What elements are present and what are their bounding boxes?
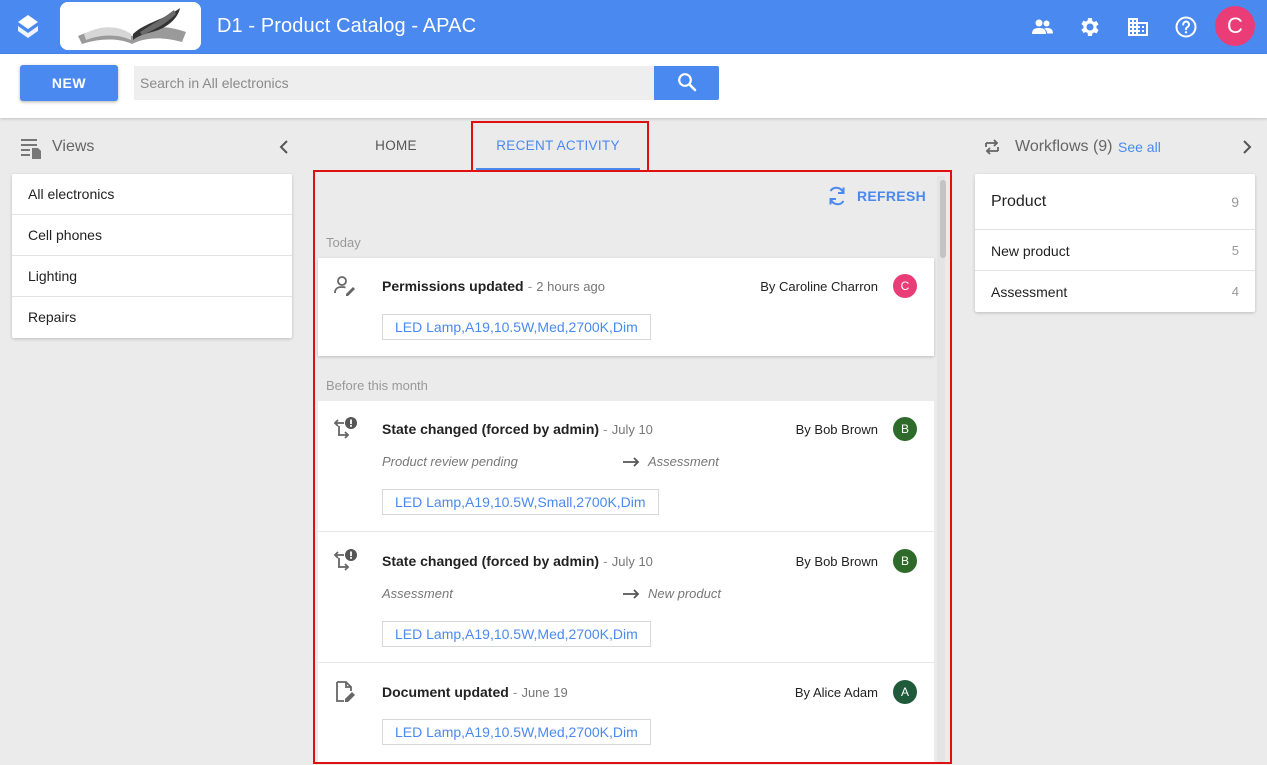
workflow-item-assessment[interactable]: Assessment 4: [975, 271, 1255, 312]
activity-title: State changed (forced by admin) - July 10: [382, 421, 653, 437]
search-input[interactable]: [134, 66, 654, 100]
activity-item: Document updated - June 19 By Alice Adam A…: [318, 662, 934, 762]
refresh-button[interactable]: REFRESH: [827, 184, 926, 208]
permissions-icon: [334, 276, 355, 296]
from-state: Assessment: [382, 586, 453, 601]
activity-title-text: Permissions updated: [382, 278, 524, 294]
activity-author: By Bob Brown: [795, 554, 878, 569]
chevron-right-icon[interactable]: [1239, 138, 1255, 156]
document-link[interactable]: LED Lamp,A19,10.5W,Med,2700K,Dim: [382, 621, 651, 647]
activity-author: By Caroline Charron: [760, 279, 878, 294]
document-link[interactable]: LED Lamp,A19,10.5W,Med,2700K,Dim: [382, 314, 651, 340]
app-title: D1 - Product Catalog - APAC: [217, 15, 477, 37]
activity-title: State changed (forced by admin) - July 10: [382, 553, 653, 569]
tab-home[interactable]: HOME: [320, 124, 472, 170]
workflow-group-count: 9: [1231, 194, 1239, 210]
workflow-group-product[interactable]: Product 9: [975, 174, 1255, 230]
activity-author: By Alice Adam: [794, 685, 878, 700]
state-change-icon: [333, 417, 357, 439]
arrow-right-icon: [623, 589, 640, 599]
workflows-card: Product 9 New product 5 Assessment 4: [975, 174, 1255, 312]
activity-item: State changed (forced by admin) - July 10 …: [318, 401, 934, 532]
arrow-right-icon: [623, 457, 640, 467]
state-change-icon: [333, 549, 357, 571]
title-separator: -: [512, 684, 518, 700]
workflows-title: Workflows (9): [1015, 138, 1113, 155]
new-button[interactable]: NEW: [20, 65, 118, 101]
document-edit-icon: [336, 681, 355, 702]
search-toolbar: NEW: [0, 54, 1267, 118]
activity-date: July 10: [611, 554, 653, 569]
activity-date: 2 hours ago: [536, 279, 605, 294]
search-button[interactable]: [654, 66, 719, 100]
author-avatar: A: [893, 680, 917, 704]
section-label-before-this-month: Before this month: [326, 378, 428, 393]
gear-icon[interactable]: [1078, 15, 1102, 39]
scrollbar-thumb[interactable]: [940, 180, 946, 258]
activity-title: Document updated - June 19: [382, 684, 568, 700]
workflow-item-name: New product: [991, 243, 1070, 259]
top-bar: D1 - Product Catalog - APAC C: [0, 0, 1267, 54]
refresh-label: REFRESH: [857, 188, 926, 204]
workflow-item-count: 4: [1231, 284, 1239, 299]
author-avatar: C: [893, 274, 917, 298]
view-item-cell-phones[interactable]: Cell phones: [12, 215, 292, 256]
chevron-left-icon[interactable]: [276, 138, 292, 156]
views-list: All electronics Cell phones Lighting Rep…: [12, 174, 292, 338]
title-separator: -: [527, 278, 533, 294]
view-item-lighting[interactable]: Lighting: [12, 256, 292, 297]
activity-item: State changed (forced by admin) - July 10 …: [318, 531, 934, 663]
activity-author: By Bob Brown: [795, 422, 878, 437]
workflow-sync-icon: [985, 139, 999, 155]
document-link[interactable]: LED Lamp,A19,10.5W,Med,2700K,Dim: [382, 719, 651, 745]
see-all-link[interactable]: See all: [1118, 139, 1161, 155]
views-icon: [21, 139, 41, 159]
view-item-repairs[interactable]: Repairs: [12, 297, 292, 338]
activity-title-text: Document updated: [382, 684, 509, 700]
workflow-item-count: 5: [1231, 243, 1239, 258]
search-icon: [677, 72, 696, 91]
activity-title-text: State changed (forced by admin): [382, 421, 600, 437]
document-link[interactable]: LED Lamp,A19,10.5W,Small,2700K,Dim: [382, 489, 659, 515]
author-avatar: B: [893, 549, 917, 573]
brand-logo-image: [60, 2, 201, 50]
tab-recent-activity[interactable]: RECENT ACTIVITY: [476, 124, 640, 170]
refresh-icon: [829, 186, 845, 206]
to-state: New product: [648, 586, 721, 601]
recent-activity-panel: REFRESH Today Permissions updated -2 hour…: [315, 172, 950, 762]
activity-date: July 10: [611, 422, 653, 437]
activity-item: Permissions updated -2 hours ago By Carol…: [318, 258, 934, 356]
author-avatar: B: [893, 417, 917, 441]
to-state: Assessment: [648, 454, 719, 469]
workflow-item-new-product[interactable]: New product 5: [975, 230, 1255, 271]
activity-title: Permissions updated -2 hours ago: [382, 278, 605, 294]
user-avatar[interactable]: C: [1215, 6, 1255, 46]
section-label-today: Today: [326, 235, 361, 250]
scrollbar-track[interactable]: [937, 176, 945, 762]
users-icon[interactable]: [1030, 15, 1054, 39]
activity-title-text: State changed (forced by admin): [382, 553, 600, 569]
activity-date: June 19: [521, 685, 568, 700]
help-icon[interactable]: [1174, 15, 1198, 39]
title-separator: -: [603, 421, 608, 437]
from-state: Product review pending: [382, 454, 518, 469]
workflow-group-name: Product: [991, 193, 1047, 210]
title-separator: -: [603, 553, 608, 569]
view-item-all-electronics[interactable]: All electronics: [12, 174, 292, 215]
app-logo-icon[interactable]: [17, 14, 39, 40]
workflow-item-name: Assessment: [991, 284, 1068, 300]
views-title: Views: [52, 138, 95, 155]
building-icon[interactable]: [1126, 15, 1150, 39]
